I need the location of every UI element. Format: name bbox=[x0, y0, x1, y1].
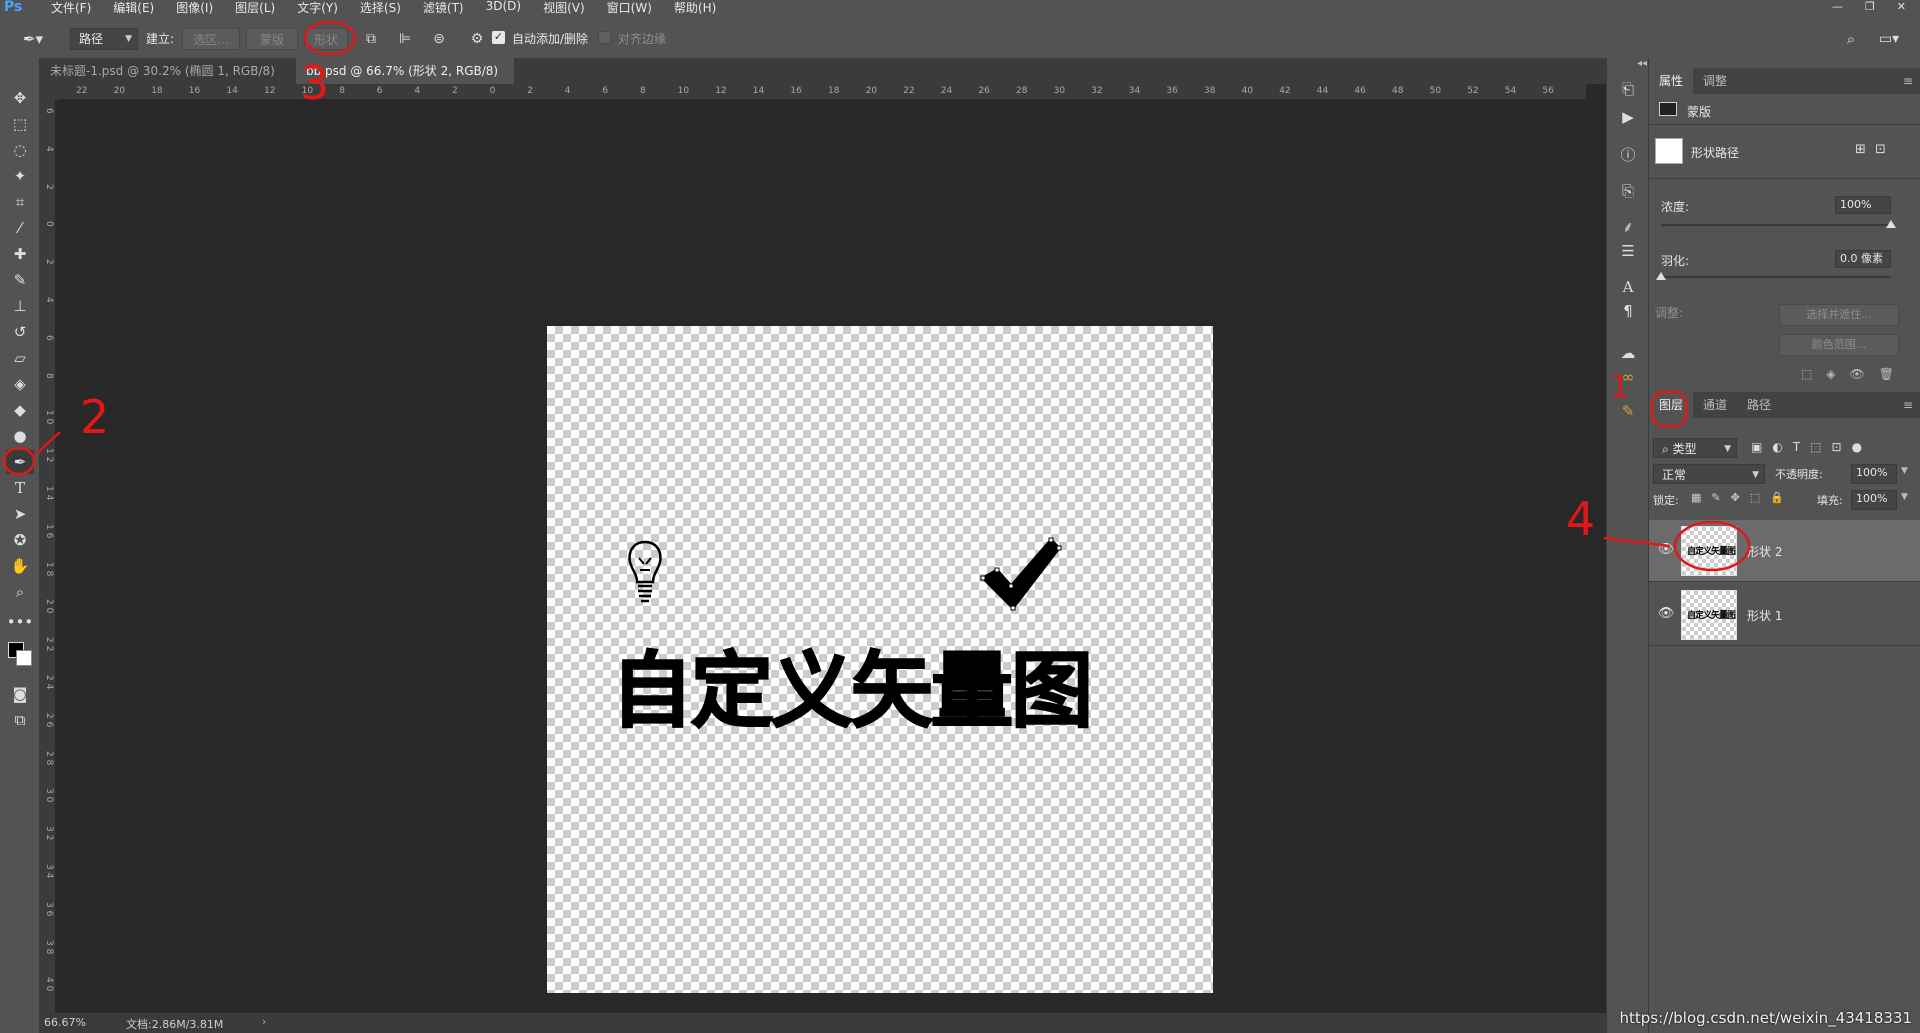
annotation-arrow-4 bbox=[1603, 536, 1671, 548]
annotation-circle-layers-tab bbox=[1650, 390, 1688, 428]
annotation-arrow-2 bbox=[35, 431, 61, 455]
annotation-overlay bbox=[2, 20, 1751, 572]
watermark-url: https://blog.csdn.net/weixin_43418331 bbox=[1619, 1009, 1912, 1027]
annotation-circle-layer-thumb bbox=[1673, 520, 1751, 572]
annotation-circle-pen-tool bbox=[2, 446, 36, 476]
annotation-circle-shape-button bbox=[303, 20, 357, 56]
